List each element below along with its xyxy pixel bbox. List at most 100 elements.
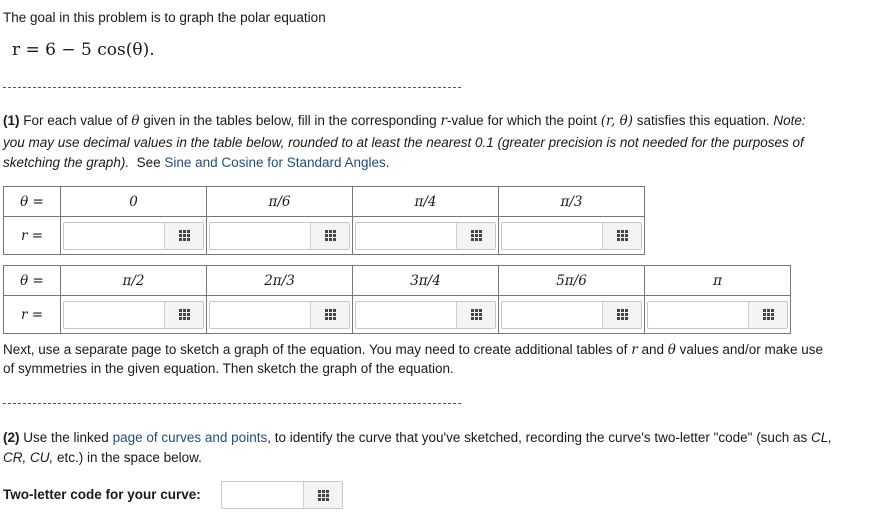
equation-editor-button[interactable] xyxy=(602,222,641,249)
angle-cell: 2π/3 xyxy=(206,265,353,296)
r-answer-cell xyxy=(206,216,353,255)
angle-cell: 0 xyxy=(60,186,207,217)
angle-cell: π/2 xyxy=(60,265,207,296)
curve-code-input[interactable] xyxy=(223,482,303,508)
values-table-2: θ = π/2 2π/3 3π/4 5π/6 π r = xyxy=(3,265,791,334)
equation-editor-button[interactable] xyxy=(164,301,203,328)
intro-text: The goal in this problem is to graph the… xyxy=(3,10,326,25)
theta-symbol: θ xyxy=(131,113,140,129)
r-value-input[interactable] xyxy=(357,301,456,328)
r-row-header: r = xyxy=(3,295,61,334)
r-row-header: r = xyxy=(3,216,61,255)
keypad-icon xyxy=(178,230,190,241)
next-line2: of symmetries in the given equation. The… xyxy=(3,361,454,376)
code-answer-box xyxy=(221,481,343,509)
theta-row-header: θ = xyxy=(3,186,61,217)
curves-points-link[interactable]: page of curves and points xyxy=(113,430,268,445)
equation-editor-button[interactable] xyxy=(602,301,641,328)
polar-equation: r = 6 − 5 cos(θ). xyxy=(12,40,155,60)
answer-box xyxy=(63,221,204,250)
theta-row-header: θ = xyxy=(3,265,61,296)
note-label: Note: xyxy=(773,113,806,128)
part2-line2: CR, CU, etc.) in the space below. xyxy=(3,448,202,468)
see-text: See xyxy=(136,155,161,170)
divider xyxy=(3,87,461,88)
note-line3: sketching the graph). xyxy=(3,155,130,170)
r-value-input[interactable] xyxy=(503,301,602,328)
next-line1: Next, use a separate page to sketch a gr… xyxy=(3,340,823,360)
r-answer-cell xyxy=(60,295,207,334)
r-answer-cell xyxy=(60,216,207,255)
values-table-1: θ = 0 π/6 π/4 π/3 r = xyxy=(3,186,645,255)
keypad-icon xyxy=(324,230,336,241)
keypad-icon xyxy=(178,309,190,320)
r-answer-cell xyxy=(352,216,499,255)
r-value-input[interactable] xyxy=(211,301,310,328)
equation-editor-button[interactable] xyxy=(310,301,349,328)
theta-symbol: θ xyxy=(667,342,676,358)
keypad-icon xyxy=(762,309,774,320)
r-value-input[interactable] xyxy=(65,301,164,328)
answer-box xyxy=(63,300,204,329)
equation-editor-button[interactable] xyxy=(303,482,342,508)
angle-cell: 3π/4 xyxy=(352,265,499,296)
period: . xyxy=(385,155,390,170)
part1-line2: you may use decimal values in the table … xyxy=(3,133,804,153)
part1-line1: (1) For each value of θ given in the tab… xyxy=(3,111,806,131)
r-answer-cell xyxy=(644,295,791,334)
r-value-input[interactable] xyxy=(357,222,456,249)
part2-text-c: etc.) in the space below. xyxy=(57,450,202,465)
next-text-a: Next, use a separate page to sketch a gr… xyxy=(3,342,628,357)
angle-cell: π/4 xyxy=(352,186,499,217)
r-answer-cell xyxy=(352,295,499,334)
equation-editor-button[interactable] xyxy=(748,301,787,328)
r-answer-cell xyxy=(498,295,645,334)
part2-text-b: , to identify the curve that you've sket… xyxy=(267,430,808,445)
answer-box xyxy=(647,300,788,329)
r-value-input[interactable] xyxy=(503,222,602,249)
part1-text-a: For each value of xyxy=(23,113,128,128)
r-value-input[interactable] xyxy=(65,222,164,249)
part2-line1: (2) Use the linked page of curves and po… xyxy=(3,428,832,448)
r-answer-cell xyxy=(498,216,645,255)
keypad-icon xyxy=(470,230,482,241)
answer-box xyxy=(209,300,350,329)
keypad-icon xyxy=(616,309,628,320)
answer-box xyxy=(209,221,350,250)
keypad-icon xyxy=(317,489,329,501)
answer-box xyxy=(501,300,642,329)
part1-text-c: -value for which the point xyxy=(446,113,598,128)
keypad-icon xyxy=(324,309,336,320)
part1-text-d: satisfies this equation. xyxy=(636,113,770,128)
r-value-input[interactable] xyxy=(649,301,748,328)
keypad-icon xyxy=(470,309,482,320)
angle-cell: π/3 xyxy=(498,186,645,217)
part2-label: (2) xyxy=(3,430,20,445)
part1-text-b: given in the tables below, fill in the c… xyxy=(143,113,437,128)
sine-cosine-link[interactable]: Sine and Cosine for Standard Angles xyxy=(164,155,385,170)
r-value-input[interactable] xyxy=(211,222,310,249)
angle-cell: π/6 xyxy=(206,186,353,217)
equation-editor-button[interactable] xyxy=(456,222,495,249)
code-label: Two-letter code for your curve: xyxy=(3,487,201,502)
answer-box xyxy=(355,300,496,329)
angle-cell: 5π/6 xyxy=(498,265,645,296)
part1-line3: sketching the graph). See Sine and Cosin… xyxy=(3,153,390,173)
r-symbol: r xyxy=(631,342,638,358)
code-example-cl: CL, xyxy=(810,430,832,445)
point-notation: (r, θ) xyxy=(600,113,633,129)
equation-editor-button[interactable] xyxy=(164,222,203,249)
answer-box xyxy=(355,221,496,250)
equation-editor-button[interactable] xyxy=(456,301,495,328)
next-text-b: values and/or make use xyxy=(679,342,823,357)
equation-editor-button[interactable] xyxy=(310,222,349,249)
divider xyxy=(3,403,461,404)
keypad-icon xyxy=(616,230,628,241)
and-text: and xyxy=(641,342,664,357)
answer-box xyxy=(501,221,642,250)
r-answer-cell xyxy=(206,295,353,334)
part1-label: (1) xyxy=(3,113,20,128)
code-examples: CR, CU, xyxy=(3,450,54,465)
note-line2: you may use decimal values in the table … xyxy=(3,135,804,150)
angle-cell: π xyxy=(644,265,791,296)
